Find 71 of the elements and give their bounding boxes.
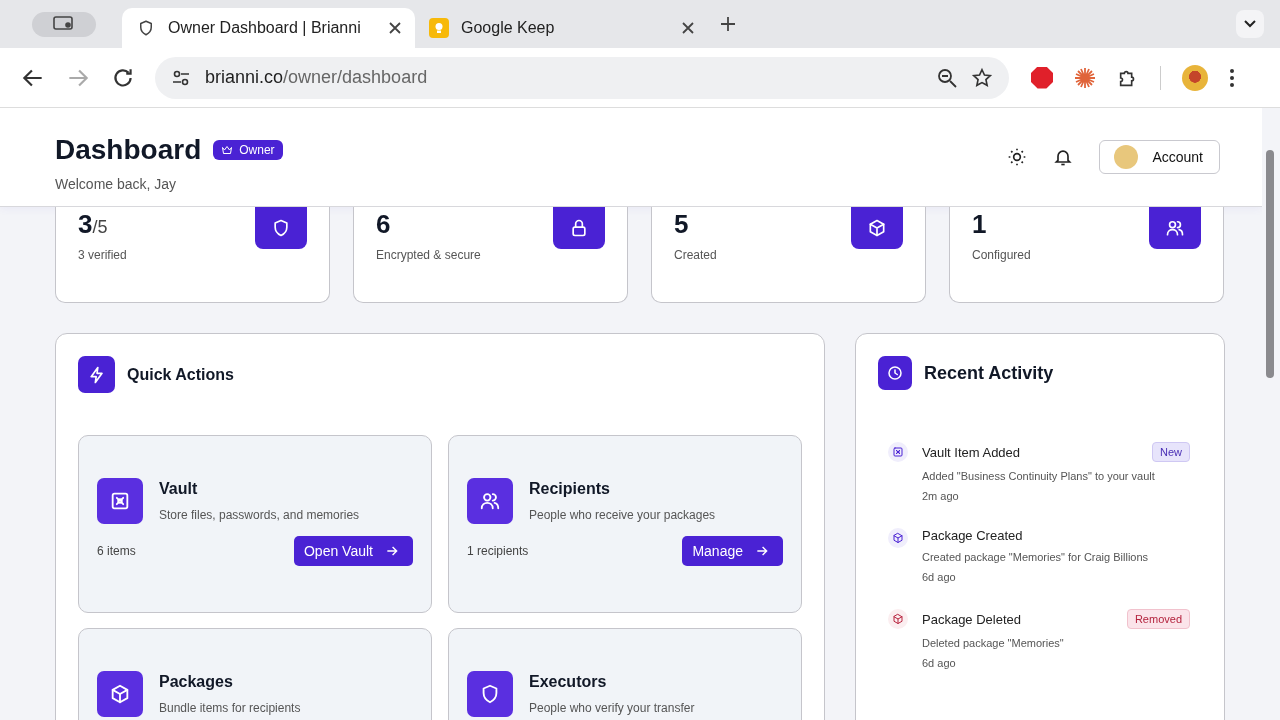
action-description: People who receive your packages <box>529 508 716 522</box>
activity-title: Package Deleted <box>922 611 1021 627</box>
activity-time: 6d ago <box>922 657 957 669</box>
status-badge: Removed <box>1126 609 1190 629</box>
action-button[interactable]: Open Vault <box>294 536 413 566</box>
box-icon <box>867 218 887 238</box>
activity-description: Added "Business Continuity Plans" to your vault <box>922 470 1156 482</box>
stat-label: Configured <box>972 248 1032 262</box>
shield-icon <box>137 19 155 37</box>
welcome-text: Welcome back, Jay <box>55 176 178 192</box>
stat-label: Created <box>674 248 718 262</box>
stat-value: 6 <box>376 209 392 240</box>
lock-icon <box>569 218 589 238</box>
box-icon <box>892 613 904 625</box>
action-title: Vault <box>159 480 199 498</box>
card-title: Quick Actions <box>127 365 234 384</box>
users-icon <box>1165 218 1185 238</box>
zoom-icon[interactable] <box>937 67 957 88</box>
bell-icon[interactable] <box>1053 147 1074 167</box>
item-count: 1 recipients <box>467 544 529 558</box>
action-title: Packages <box>159 673 234 691</box>
adblock-icon[interactable] <box>1031 66 1053 89</box>
activity-time: 6d ago <box>922 571 957 583</box>
sunburst-icon[interactable] <box>1074 66 1096 89</box>
box-icon <box>109 683 131 705</box>
star-icon[interactable] <box>971 66 993 89</box>
status-badge: New <box>1152 442 1190 462</box>
activity-title: Package Created <box>922 528 1023 543</box>
address-bar[interactable]: brianni.co/owner/dashboard <box>155 56 1009 99</box>
vault-icon <box>109 490 131 512</box>
new-tab-icon[interactable] <box>720 16 736 32</box>
arrow-icon <box>755 544 769 558</box>
activity-title: Vault Item Added <box>922 444 1021 460</box>
action-title: Executors <box>529 673 608 691</box>
stat-value: 3/5 <box>78 209 109 240</box>
chevron-icon <box>1244 20 1256 28</box>
box-icon <box>892 532 904 544</box>
activity-description: Created package "Memories" for Craig Billions <box>922 551 1150 563</box>
activity-time: 2m ago <box>922 490 960 502</box>
action-title: Recipients <box>529 480 611 498</box>
vault-icon <box>892 446 904 458</box>
keep-icon <box>429 18 449 38</box>
browser-tab[interactable]: Google Keep <box>415 8 708 48</box>
action-button[interactable]: Manage <box>682 536 783 566</box>
stat-label: 3 verified <box>78 248 128 262</box>
item-count: 6 items <box>97 544 136 558</box>
action-description: People who verify your transfer <box>529 701 695 715</box>
arrow-icon <box>385 544 399 558</box>
page-title: Dashboard <box>55 134 202 166</box>
stat-value: 5 <box>674 209 690 240</box>
url-text: brianni.co/owner/dashboard <box>205 67 429 88</box>
stat-label: Encrypted & secure <box>376 248 482 262</box>
menu-icon[interactable] <box>1229 67 1235 88</box>
action-description: Bundle items for recipients <box>159 701 301 715</box>
browser-tab[interactable]: Owner Dashboard | Brianni <box>122 8 415 48</box>
action-description: Store files, passwords, and memories <box>159 508 360 522</box>
activity-description: Deleted package "Memories" <box>922 637 1065 649</box>
close-icon[interactable] <box>682 22 694 34</box>
sun-icon[interactable] <box>1007 147 1028 167</box>
profile-icon <box>53 16 75 32</box>
card-title: Recent Activity <box>924 362 1054 384</box>
stat-value: 1 <box>972 209 988 240</box>
owner-badge: Owner <box>213 140 283 160</box>
users-icon <box>479 490 501 512</box>
tab-search-button[interactable] <box>1236 10 1264 38</box>
profile-avatar[interactable] <box>1182 64 1208 91</box>
profile-button[interactable] <box>32 11 96 37</box>
close-icon[interactable] <box>389 22 401 34</box>
clock-icon <box>886 364 904 382</box>
account-button[interactable]: Account <box>1099 140 1220 174</box>
shield-icon <box>271 218 291 238</box>
